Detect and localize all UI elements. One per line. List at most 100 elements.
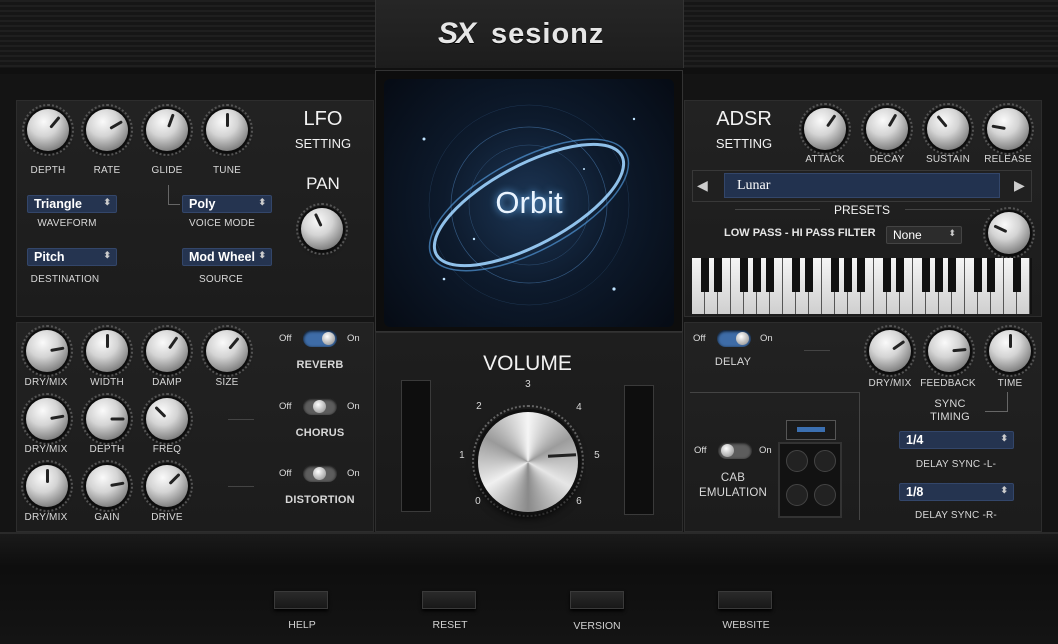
source-label: SOURCE [199,274,243,285]
version-label: VERSION [573,620,621,632]
preset-next-icon[interactable]: ▶ [1014,177,1025,194]
filter-knob[interactable] [983,207,1035,259]
vol-tick-3: 3 [525,379,531,390]
piano-black-key[interactable] [1013,258,1021,292]
source-select[interactable]: Mod Wheel ⬍ [182,248,272,266]
delay-sync-l-select[interactable]: 1/4 ⬍ [899,431,1014,449]
piano-black-key[interactable] [974,258,982,292]
reverb-damp-knob[interactable] [141,325,193,377]
glide-knob[interactable] [141,104,193,156]
help-label: HELP [288,619,316,631]
destination-select[interactable]: Pitch ⬍ [27,248,117,266]
website-button[interactable] [718,591,772,609]
piano-black-key[interactable] [753,258,761,292]
piano-black-key[interactable] [831,258,839,292]
logo-mark: SX [438,17,476,50]
cab-on-label: On [759,445,772,456]
reverb-drymix-knob[interactable] [21,325,73,377]
voice-mode-label: VOICE MODE [189,218,255,229]
delay-toggle[interactable] [717,330,751,347]
glide-connector [168,185,180,205]
decay-knob[interactable] [861,103,913,155]
sync-title-1: SYNC [934,398,966,410]
distortion-on-label: On [347,468,360,479]
waveform-select[interactable]: Triangle ⬍ [27,195,117,213]
piano-black-key[interactable] [805,258,813,292]
sync-title-2: TIMING [930,411,970,423]
piano-black-key[interactable] [792,258,800,292]
piano-black-key[interactable] [701,258,709,292]
time-knob[interactable] [984,325,1036,377]
sustain-knob[interactable] [922,103,974,155]
meter-left [401,380,431,512]
lfo-rate-knob[interactable] [81,104,133,156]
delay-drymix-knob[interactable] [864,325,916,377]
piano-black-key[interactable] [922,258,930,292]
preset-prev-icon[interactable]: ◀ [697,177,708,194]
piano-black-key[interactable] [857,258,865,292]
brand-name: sesionz [491,18,605,50]
cab-toggle[interactable] [718,442,752,459]
attack-knob[interactable] [799,103,851,155]
chorus-freq-label: FREQ [152,444,182,455]
piano-black-key[interactable] [844,258,852,292]
piano-black-key[interactable] [766,258,774,292]
distortion-rule [228,486,254,487]
release-knob[interactable] [982,103,1034,155]
reset-label: RESET [432,619,468,631]
tune-label: TUNE [212,165,242,176]
delay-sync-r-select[interactable]: 1/8 ⬍ [899,483,1014,501]
reverb-toggle[interactable] [303,330,337,347]
piano-black-key[interactable] [935,258,943,292]
reset-button[interactable] [422,591,476,609]
vol-tick-6: 6 [576,496,582,507]
tune-knob[interactable] [201,104,253,156]
piano-black-key[interactable] [883,258,891,292]
piano-black-key[interactable] [740,258,748,292]
meter-right [624,385,654,515]
distortion-drive-knob[interactable] [141,460,193,512]
version-button[interactable] [570,591,624,609]
piano-black-key[interactable] [987,258,995,292]
chorus-depth-knob[interactable] [81,393,133,445]
voice-mode-select[interactable]: Poly ⬍ [182,195,272,213]
sync-connector [985,392,1008,412]
speaker-cabinet-icon [778,420,842,518]
chorus-drymix-knob[interactable] [21,393,73,445]
header: SX sesionz [375,0,684,70]
volume-indicator [547,453,577,458]
delay-label: DELAY [714,356,752,368]
reverb-size-knob[interactable] [201,325,253,377]
piano-black-key[interactable] [714,258,722,292]
reverb-damp-label: DAMP [152,377,182,388]
distortion-gain-knob[interactable] [81,460,133,512]
lfo-depth-knob[interactable] [22,104,74,156]
website-label: WEBSITE [722,619,770,631]
chorus-freq-knob[interactable] [141,393,193,445]
distortion-drymix-knob[interactable] [21,460,73,512]
chorus-drymix-label: DRY/MIX [24,444,68,455]
distortion-toggle[interactable] [303,465,337,482]
reverb-on-label: On [347,333,360,344]
volume-title: VOLUME [483,352,572,375]
reverb-width-knob[interactable] [81,325,133,377]
piano-keyboard[interactable] [692,258,1032,314]
lfo-rate-label: RATE [93,165,121,176]
adsr-subtitle: SETTING [715,136,773,151]
cab-label-1: CAB [720,472,746,484]
filter-select[interactable]: None ⬍ [886,226,962,244]
chorus-toggle[interactable] [303,398,337,415]
chorus-off-label: Off [279,401,292,412]
cab-off-label: Off [694,445,707,456]
pan-knob[interactable] [296,203,348,255]
preset-name-field[interactable]: Lunar [724,173,1000,198]
volume-knob[interactable] [478,412,578,512]
display-frame: Orbit [375,70,683,332]
feedback-knob[interactable] [923,325,975,377]
vol-tick-1: 1 [459,450,465,461]
help-button[interactable] [274,591,328,609]
presets-label: PRESETS [833,203,890,217]
lfo-subtitle: SETTING [294,136,352,151]
piano-black-key[interactable] [948,258,956,292]
piano-black-key[interactable] [896,258,904,292]
